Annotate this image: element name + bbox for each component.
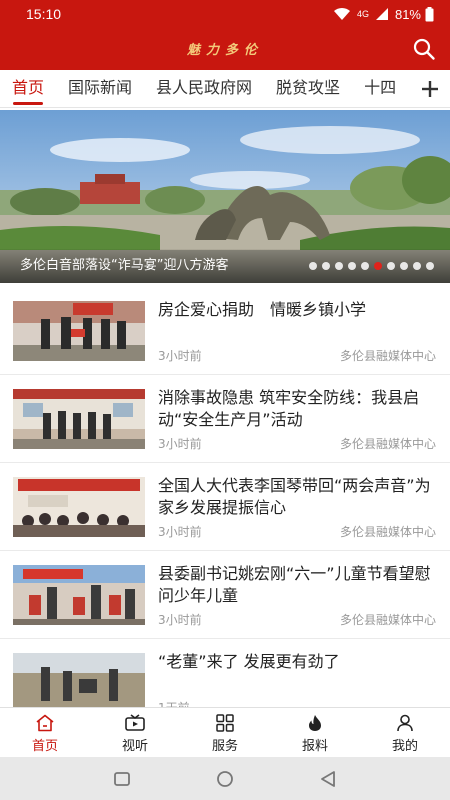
nav-audio-video[interactable]: 视听	[90, 708, 180, 757]
news-thumbnail	[13, 477, 145, 537]
channel-tabs: 首页 国际新闻 县人民政府网 脱贫攻坚 十四	[0, 70, 450, 108]
signal-icon	[375, 8, 388, 20]
carousel-dot[interactable]	[413, 262, 421, 270]
recent-apps-icon[interactable]	[113, 771, 131, 787]
nav-label: 服务	[211, 739, 238, 754]
back-icon[interactable]	[319, 770, 337, 788]
plus-icon	[422, 81, 438, 97]
nav-report[interactable]: 报料	[270, 708, 360, 757]
news-thumbnail	[13, 565, 145, 625]
news-time: 3小时前	[158, 525, 202, 539]
banner-title[interactable]: 多伦白音部落设“诈马宴”迎八方游客	[20, 254, 228, 273]
home-icon	[36, 714, 54, 732]
carousel-dot[interactable]	[387, 262, 395, 270]
carousel-dot[interactable]	[426, 262, 434, 270]
carousel-dot[interactable]	[400, 262, 408, 270]
nav-label: 视听	[121, 739, 148, 754]
system-navigation-bar	[0, 757, 450, 800]
news-title: “老董”来了 发展更有劲了	[158, 652, 340, 671]
nav-label: 报料	[301, 739, 328, 754]
battery-level: 81%	[394, 6, 421, 22]
bottom-navigation: 首页 视听 服务 报料 我的	[0, 707, 450, 757]
battery-icon	[425, 6, 434, 21]
status-icons: 4G 81%	[333, 6, 434, 22]
brand-logo: 魅力多伦	[186, 43, 263, 58]
status-time: 15:10	[26, 6, 62, 22]
carousel-dot[interactable]	[335, 262, 343, 270]
network-type: 4G	[356, 9, 369, 19]
wifi-icon	[333, 7, 350, 20]
news-list: 房企爱心捐助 情暖乡镇小学 3小时前 多伦县融媒体中心 消除事故隐患 筑牢安全防…	[0, 287, 450, 707]
add-channel-button[interactable]	[410, 70, 450, 107]
tv-icon	[125, 714, 145, 731]
nav-home[interactable]: 首页	[0, 708, 90, 757]
tab-county-government[interactable]: 县人民政府网	[156, 70, 252, 107]
search-icon[interactable]	[412, 37, 436, 61]
news-time: 3小时前	[158, 349, 202, 363]
banner-carousel[interactable]: 多伦白音部落设“诈马宴”迎八方游客	[0, 110, 450, 283]
tab-home[interactable]: 首页	[12, 70, 44, 107]
app-header: 魅力多伦	[0, 28, 450, 70]
news-source: 多伦县融媒体中心	[339, 525, 436, 539]
banner-caption-overlay: 多伦白音部落设“诈马宴”迎八方游客	[0, 249, 450, 283]
news-time: 1天前	[158, 699, 190, 707]
news-time: 3小时前	[158, 437, 202, 451]
user-icon	[397, 714, 413, 732]
tab-poverty-alleviation[interactable]: 脱贫攻坚	[276, 70, 340, 107]
flame-icon	[309, 715, 321, 731]
news-source: 多伦县融媒体中心	[339, 613, 436, 627]
news-thumbnail	[13, 301, 145, 361]
news-item[interactable]: “老董”来了 发展更有劲了 1天前	[0, 639, 450, 707]
news-item[interactable]: 全国人大代表李国琴带回“两会声音”为家乡发展提振信心 3小时前 多伦县融媒体中心	[0, 463, 450, 551]
home-button-icon[interactable]	[216, 770, 234, 788]
news-thumbnail	[13, 389, 145, 449]
news-title: 全国人大代表李国琴带回“两会声音”为家乡发展提振信心	[158, 476, 431, 517]
nav-services[interactable]: 服务	[180, 708, 270, 757]
news-thumbnail	[13, 653, 145, 707]
news-title: 房企爱心捐助 情暖乡镇小学	[158, 300, 367, 319]
battery-indicator: 81%	[394, 6, 434, 22]
nav-label: 首页	[31, 739, 58, 754]
tab-fourteenth[interactable]: 十四	[364, 70, 396, 107]
status-bar: 15:10 4G 81%	[0, 0, 450, 28]
carousel-dot[interactable]	[361, 262, 369, 270]
carousel-dot[interactable]	[322, 262, 330, 270]
news-item[interactable]: 房企爱心捐助 情暖乡镇小学 3小时前 多伦县融媒体中心	[0, 287, 450, 375]
carousel-indicator	[309, 262, 434, 270]
nav-profile[interactable]: 我的	[360, 708, 450, 757]
carousel-dot[interactable]	[309, 262, 317, 270]
grid-icon	[216, 714, 234, 732]
app-screen: 15:10 4G 81% 魅力多伦 首页 国际新闻 县人民政府网 脱贫攻坚 十四…	[0, 0, 450, 800]
news-item[interactable]: 消除事故隐患 筑牢安全防线：我县启动“安全生产月”活动 3小时前 多伦县融媒体中…	[0, 375, 450, 463]
news-title: 消除事故隐患 筑牢安全防线：我县启动“安全生产月”活动	[158, 388, 420, 429]
nav-label: 我的	[391, 739, 418, 754]
news-item[interactable]: 县委副书记姚宏刚“六一”儿童节看望慰问少年儿童 3小时前 多伦县融媒体中心	[0, 551, 450, 639]
carousel-dot[interactable]	[348, 262, 356, 270]
carousel-dot[interactable]	[374, 262, 382, 270]
news-time: 3小时前	[158, 613, 202, 627]
news-source: 多伦县融媒体中心	[339, 437, 436, 451]
news-source: 多伦县融媒体中心	[339, 349, 436, 363]
news-title: 县委副书记姚宏刚“六一”儿童节看望慰问少年儿童	[158, 564, 431, 605]
tab-international-news[interactable]: 国际新闻	[68, 70, 132, 107]
